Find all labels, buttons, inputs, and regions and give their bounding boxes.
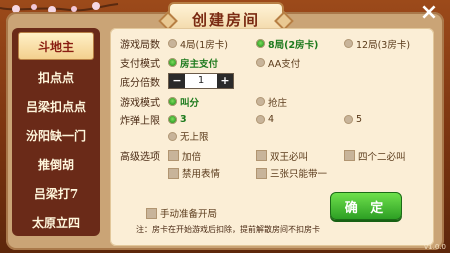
radio-icon xyxy=(344,115,353,124)
advanced-option-three-with-one[interactable]: 三张只能带一 xyxy=(256,166,327,180)
checkbox-icon xyxy=(146,207,157,219)
bomb-limit-label: 炸弹上限 xyxy=(120,116,160,127)
manual-start-row: 手动准备开局 xyxy=(146,206,217,220)
checkbox-icon xyxy=(168,150,179,161)
nav-item-lvliang-da7[interactable]: 吕梁打7 xyxy=(14,180,98,206)
manual-start-checkbox[interactable]: 手动准备开局 xyxy=(146,206,217,220)
radio-icon xyxy=(256,115,265,124)
nav-item-koudiandian[interactable]: 扣点点 xyxy=(14,64,98,90)
radio-icon xyxy=(256,97,265,106)
rounds-label: 游戏局数 xyxy=(120,40,160,51)
radio-selected-icon xyxy=(256,39,265,48)
payment-option-owner[interactable]: 房主支付 xyxy=(168,56,256,70)
advanced-option-four-twos[interactable]: 四个二必叫 xyxy=(344,149,406,163)
bomb-limit-option-3[interactable]: 3 xyxy=(168,114,256,125)
advanced-row: 高级选项 加倍 双王必叫 四个二必叫 xyxy=(120,148,406,163)
nav-item-fenyang-queyimen[interactable]: 汾阳缺一门 xyxy=(14,122,98,148)
advanced-option-double-joker[interactable]: 双王必叫 xyxy=(256,149,344,163)
radio-icon xyxy=(256,58,265,67)
version-label: v1.0.0 xyxy=(424,243,446,251)
payment-label: 支付模式 xyxy=(120,59,160,70)
checkbox-icon xyxy=(256,167,267,179)
room-card-note: 注：房卡在开始游戏后扣除，提前解散房间不扣房卡 xyxy=(136,225,320,234)
nav-item-taiyuan-lisi[interactable]: 太原立四 xyxy=(14,209,98,235)
checkbox-icon xyxy=(256,150,267,161)
game-mode-option-jiaofen[interactable]: 叫分 xyxy=(168,95,256,109)
rounds-option-4[interactable]: 4局(1房卡) xyxy=(168,37,256,51)
nav-item-doudizhu[interactable]: 斗地主 xyxy=(18,32,94,60)
bomb-limit-row: 炸弹上限 3 4 5 xyxy=(120,112,362,127)
payment-option-aa[interactable]: AA支付 xyxy=(256,56,300,70)
advanced-option-double[interactable]: 加倍 xyxy=(168,149,256,163)
nav-item-lvliang-koudiandian[interactable]: 吕梁扣点点 xyxy=(14,93,98,119)
checkbox-icon xyxy=(168,167,179,179)
game-mode-option-qiangzhuang[interactable]: 抢庄 xyxy=(256,95,287,109)
multiplier-value: 1 xyxy=(185,74,217,88)
game-mode-row: 游戏模式 叫分 抢庄 xyxy=(120,94,287,109)
radio-icon xyxy=(168,39,177,48)
confirm-button[interactable]: 确 定 xyxy=(330,192,402,220)
multiplier-label: 底分倍数 xyxy=(120,77,160,89)
checkbox-icon xyxy=(344,150,355,161)
payment-row: 支付模式 房主支付 AA支付 xyxy=(120,55,300,70)
rounds-row: 游戏局数 4局(1房卡) 8局(2房卡) 12局(3房卡) xyxy=(120,36,410,51)
minus-button[interactable]: − xyxy=(169,74,185,88)
nav-item-tuidaohu[interactable]: 推倒胡 xyxy=(14,151,98,177)
radio-selected-icon xyxy=(168,97,177,106)
bomb-limit-row-2: 无上限 xyxy=(168,129,209,143)
plus-button[interactable]: + xyxy=(217,74,233,88)
radio-selected-icon xyxy=(168,115,177,124)
radio-icon xyxy=(344,39,353,48)
advanced-option-disable-emoji[interactable]: 禁用表情 xyxy=(168,166,256,180)
bomb-limit-option-4[interactable]: 4 xyxy=(256,114,344,125)
advanced-label: 高级选项 xyxy=(120,152,160,163)
bomb-limit-option-5[interactable]: 5 xyxy=(344,114,362,125)
rounds-option-12[interactable]: 12局(3房卡) xyxy=(344,37,410,51)
advanced-row-2: 禁用表情 三张只能带一 xyxy=(168,166,327,180)
radio-icon xyxy=(168,131,177,141)
rounds-option-8[interactable]: 8局(2房卡) xyxy=(256,37,344,51)
bomb-limit-option-unlimited[interactable]: 无上限 xyxy=(168,129,209,143)
multiplier-stepper: − 1 + xyxy=(168,73,234,89)
game-mode-label: 游戏模式 xyxy=(120,98,160,109)
multiplier-row: 底分倍数 − 1 + xyxy=(120,73,234,89)
game-sidebar: 斗地主 扣点点 吕梁扣点点 汾阳缺一门 推倒胡 吕梁打7 太原立四 xyxy=(12,28,100,236)
close-icon[interactable]: × xyxy=(416,2,442,24)
radio-selected-icon xyxy=(168,58,177,67)
